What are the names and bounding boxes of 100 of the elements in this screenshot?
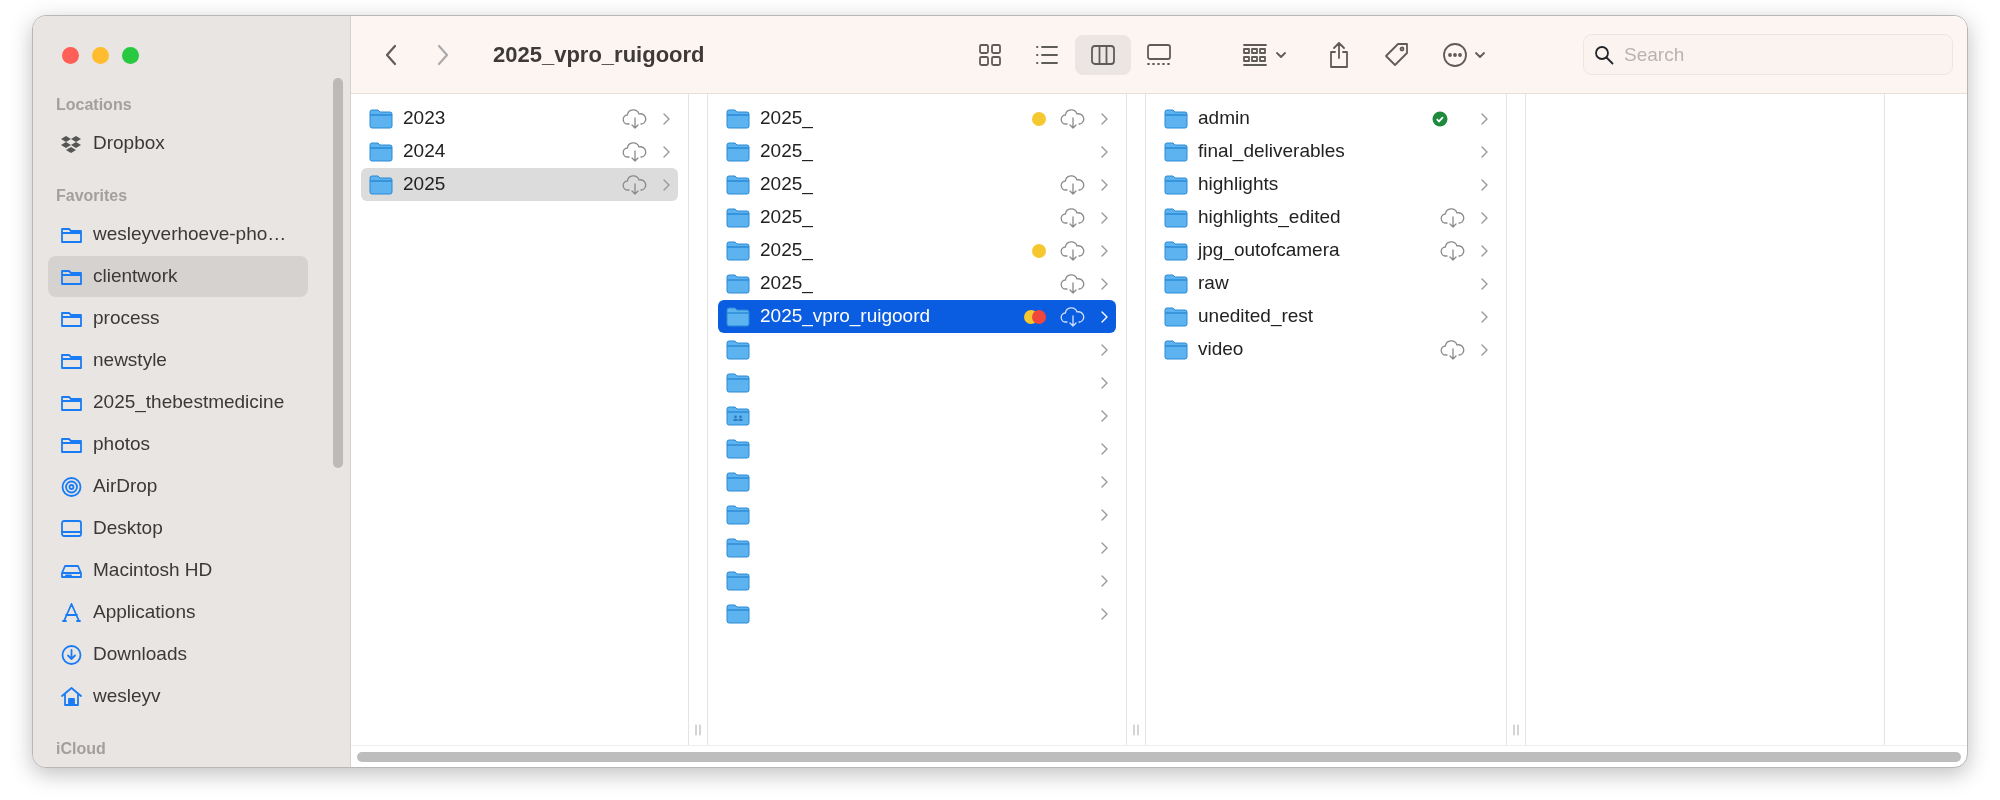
chevron-right-icon — [1480, 111, 1488, 126]
house-icon — [60, 685, 83, 708]
folder-row[interactable]: unedited_rest — [1156, 300, 1496, 333]
chevron-right-icon — [1100, 276, 1108, 291]
folder-row[interactable]: jpg_outofcamera — [1156, 234, 1496, 267]
folder-row[interactable]: 2025_ — [718, 102, 1116, 135]
chevron-right-icon — [1480, 243, 1488, 258]
folder-icon — [726, 437, 750, 460]
sidebar-item[interactable]: clientwork — [48, 256, 308, 297]
chevron-right-icon — [1480, 342, 1488, 357]
ellipsis-icon — [1442, 41, 1488, 68]
chevron-right-icon — [1100, 573, 1108, 588]
chevron-right-icon — [1100, 177, 1108, 192]
letter-a-icon — [60, 601, 83, 624]
folder-icon — [726, 305, 750, 328]
view-mode-button[interactable] — [1075, 34, 1131, 75]
gallery-icon — [1146, 42, 1172, 67]
sidebar-item[interactable]: Macintosh HD — [48, 550, 308, 591]
chevron-right-icon — [1480, 144, 1488, 159]
folder-icon — [1164, 338, 1188, 361]
chevron-right-icon — [662, 144, 670, 159]
folder-icon — [1164, 272, 1188, 295]
minimize-button[interactable] — [92, 47, 109, 64]
folder-icon — [726, 569, 750, 592]
folder-row[interactable]: 2025_ — [718, 234, 1116, 267]
folder-icon — [1164, 206, 1188, 229]
close-button[interactable] — [62, 47, 79, 64]
folder-row[interactable]: video — [1156, 333, 1496, 366]
tag-icon — [1383, 40, 1411, 69]
folder-icon — [726, 338, 750, 361]
folder-row[interactable]: 2025 — [361, 168, 678, 201]
scrollbar-thumb[interactable] — [333, 78, 343, 468]
folder-row[interactable]: 2024 — [361, 135, 678, 168]
folder-icon — [1164, 173, 1188, 196]
chevron-right-icon — [1100, 309, 1108, 324]
sidebar-item[interactable]: AirDrop — [48, 466, 308, 507]
search-icon — [1594, 45, 1614, 65]
sidebar-item[interactable]: Applications — [48, 592, 308, 633]
chevron-right-icon — [1100, 210, 1108, 225]
signal-rings-icon — [60, 475, 83, 498]
sidebar-item[interactable]: wesleyverhoeve-pho… — [48, 214, 308, 255]
folder-row[interactable]: 2025_ — [718, 267, 1116, 300]
chevron-right-icon — [1480, 309, 1488, 324]
chevron-right-icon — [662, 111, 670, 126]
scrollbar-thumb[interactable] — [357, 751, 1961, 762]
folder-row[interactable]: admin — [1156, 102, 1496, 135]
sidebar-item[interactable]: process — [48, 298, 308, 339]
chevron-right-icon — [1100, 606, 1108, 621]
folder-icon — [726, 536, 750, 559]
folder-icon — [726, 602, 750, 625]
section-heading: Favorites — [55, 186, 129, 206]
sidebar-item[interactable]: Dropbox — [48, 123, 308, 164]
folder-icon — [369, 140, 393, 163]
section-heading: Locations — [55, 95, 133, 115]
folder-row[interactable]: 2025_ — [718, 201, 1116, 234]
share-icon — [1328, 40, 1350, 69]
sidebar-item[interactable]: 2025_thebestmedicine — [48, 382, 308, 423]
folder-icon — [726, 140, 750, 163]
chevron-right-icon — [662, 177, 670, 192]
sidebar-item[interactable]: Downloads — [48, 634, 308, 675]
shared-folder-icon — [726, 404, 750, 427]
sidebar-item[interactable]: wesleyv — [48, 676, 308, 717]
folder-row[interactable]: highlights — [1156, 168, 1496, 201]
chevron-right-icon — [1100, 408, 1108, 423]
folder-row[interactable]: 2025_ — [718, 135, 1116, 168]
folder-icon — [726, 107, 750, 130]
folder-icon — [1164, 305, 1188, 328]
folder-icon — [726, 173, 750, 196]
folder-icon — [369, 173, 393, 196]
folder-row[interactable]: 2025_ — [718, 168, 1116, 201]
folder-icon — [726, 239, 750, 262]
chevron-right-icon — [1100, 441, 1108, 456]
chevron-right-icon — [1480, 210, 1488, 225]
folder-row[interactable]: final_deliverables — [1156, 135, 1496, 168]
chevron-right-icon — [1100, 342, 1108, 357]
folder-icon — [726, 206, 750, 229]
folder-icon — [726, 503, 750, 526]
grid-icon — [978, 42, 1004, 67]
sidebar-item[interactable]: newstyle — [48, 340, 308, 381]
chevron-right-icon — [1100, 111, 1108, 126]
chevron-right-icon — [1480, 177, 1488, 192]
folder-icon — [369, 107, 393, 130]
sidebar-item[interactable]: Desktop — [48, 508, 308, 549]
chevron-left-icon — [384, 42, 398, 67]
folder-row[interactable]: 2023 — [361, 102, 678, 135]
resize-handle-icon — [1132, 723, 1140, 736]
zoom-button[interactable] — [122, 47, 139, 64]
folder-row[interactable]: highlights_edited — [1156, 201, 1496, 234]
folder-icon — [1164, 140, 1188, 163]
chevron-right-icon — [1100, 144, 1108, 159]
section-heading: iCloud — [55, 739, 107, 759]
chevron-right-icon — [1100, 474, 1108, 489]
folder-row[interactable]: raw — [1156, 267, 1496, 300]
chevron-right-icon — [1100, 540, 1108, 555]
folder-row[interactable]: 2025_vpro_ruigoord — [718, 300, 1116, 333]
sidebar-item[interactable]: photos — [48, 424, 308, 465]
folder-icon — [1164, 107, 1188, 130]
search-field[interactable]: Search — [1583, 34, 1953, 75]
resize-handle-icon — [694, 723, 702, 736]
download-icon — [60, 643, 83, 666]
